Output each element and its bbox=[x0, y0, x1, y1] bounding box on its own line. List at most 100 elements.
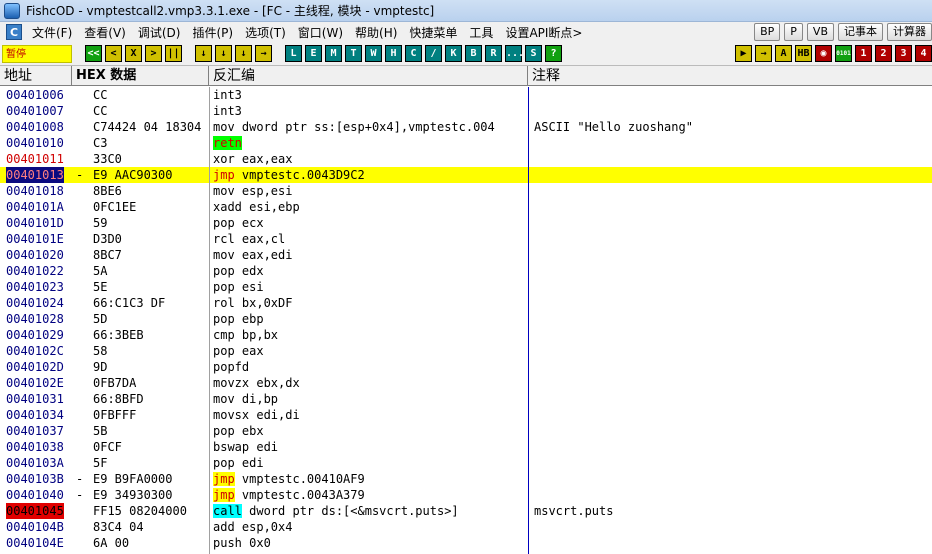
table-row[interactable]: 0040104E 6A 00 push 0x0 bbox=[0, 535, 932, 551]
threads-icon[interactable]: T bbox=[345, 45, 362, 62]
p-button[interactable]: P bbox=[784, 23, 803, 41]
call-stack-icon[interactable]: K bbox=[445, 45, 462, 62]
table-row[interactable]: 00401006 CC int3 bbox=[0, 87, 932, 103]
trace-into-icon[interactable]: ↓ bbox=[235, 45, 252, 62]
address-cell: 00401037 bbox=[6, 424, 64, 438]
hex-cell: CC bbox=[93, 88, 108, 102]
patches-icon[interactable]: / bbox=[425, 45, 442, 62]
memory-map-icon[interactable]: M bbox=[325, 45, 342, 62]
table-row[interactable]: 00401024 66:C1C3 DF rol bx,0xDF bbox=[0, 295, 932, 311]
run-trace-icon[interactable]: ... bbox=[505, 45, 524, 62]
address-cell: 0040102C bbox=[6, 344, 64, 358]
menu-set-api-breakpoint[interactable]: 设置API断点> bbox=[499, 24, 588, 41]
menu-help[interactable]: 帮助(H) bbox=[349, 24, 403, 41]
plugin-goto-icon[interactable]: → bbox=[755, 45, 772, 62]
help-icon[interactable]: ? bbox=[545, 45, 562, 62]
table-row[interactable]: 0040101D 59 pop ecx bbox=[0, 215, 932, 231]
column-hex[interactable]: HEX 数据 bbox=[72, 66, 209, 86]
instruction-operands: bswap edi bbox=[213, 440, 279, 454]
table-row[interactable]: 00401031 66:8BFD mov di,bp bbox=[0, 391, 932, 407]
record-icon[interactable]: ◉ bbox=[815, 45, 832, 62]
breakpoints-icon[interactable]: B bbox=[465, 45, 482, 62]
cpu-icon[interactable]: C bbox=[405, 45, 422, 62]
source-icon[interactable]: S bbox=[525, 45, 542, 62]
table-row[interactable]: 00401011 33C0 xor eax,eax bbox=[0, 151, 932, 167]
slot-3-icon[interactable]: 3 bbox=[895, 45, 912, 62]
menu-file[interactable]: 文件(F) bbox=[26, 24, 78, 41]
table-row[interactable]: 00401008 C74424 04 18304 mov dword ptr ss:… bbox=[0, 119, 932, 135]
table-row[interactable]: 0040102E 0FB7DA movzx ebx,dx bbox=[0, 375, 932, 391]
instruction-operands: movsx edi,di bbox=[213, 408, 300, 422]
log-window-icon[interactable]: L bbox=[285, 45, 302, 62]
menu-shortcuts[interactable]: 快捷菜单 bbox=[403, 24, 463, 41]
executable-modules-icon[interactable]: E bbox=[305, 45, 322, 62]
address-cell: 00401020 bbox=[6, 248, 64, 262]
table-row[interactable]: 00401038 0FCF bswap edi bbox=[0, 439, 932, 455]
jump-marker: - bbox=[76, 472, 84, 486]
table-row[interactable]: 00401007 CC int3 bbox=[0, 103, 932, 119]
table-row[interactable]: 00401018 8BE6 mov esp,esi bbox=[0, 183, 932, 199]
menu-options[interactable]: 选项(T) bbox=[239, 24, 292, 41]
comment-cell: msvcrt.puts bbox=[534, 504, 614, 518]
close-icon[interactable]: X bbox=[125, 45, 142, 62]
binary-icon[interactable]: 0101 bbox=[835, 45, 852, 62]
table-row[interactable]: 00401028 5D pop ebp bbox=[0, 311, 932, 327]
step-into-icon[interactable]: ↓ bbox=[195, 45, 212, 62]
disassembly-cell: add esp,0x4 bbox=[213, 519, 528, 535]
step-over-icon[interactable]: ↓ bbox=[215, 45, 232, 62]
table-row[interactable]: 00401023 5E pop esi bbox=[0, 279, 932, 295]
table-row[interactable]: 0040103B - E9 B9FA0000 jmp vmptestc.00410AF… bbox=[0, 471, 932, 487]
table-row[interactable]: 0040102D 9D popfd bbox=[0, 359, 932, 375]
bp-button[interactable]: BP bbox=[754, 23, 781, 41]
menu-view[interactable]: 查看(V) bbox=[78, 24, 132, 41]
execute-till-return-icon[interactable]: → bbox=[255, 45, 272, 62]
slot-1-icon[interactable]: 1 bbox=[855, 45, 872, 62]
instruction-operands: pop ebx bbox=[213, 424, 264, 438]
restart-icon[interactable]: << bbox=[85, 45, 102, 62]
menu-window[interactable]: 窗口(W) bbox=[292, 24, 349, 41]
references-icon[interactable]: R bbox=[485, 45, 502, 62]
table-row[interactable]: 00401040- E9 34930300 jmp vmptestc.0043A37… bbox=[0, 487, 932, 503]
vb-button[interactable]: VB bbox=[806, 23, 834, 41]
address-cell: 00401006 bbox=[6, 88, 64, 102]
slot-2-icon[interactable]: 2 bbox=[875, 45, 892, 62]
menu-plugins[interactable]: 插件(P) bbox=[186, 24, 239, 41]
slot-4-icon[interactable]: 4 bbox=[915, 45, 932, 62]
table-row[interactable]: 00401034 0FBFFF movsx edi,di bbox=[0, 407, 932, 423]
cpu-window-icon[interactable]: C bbox=[6, 24, 22, 40]
plugin-a-icon[interactable]: A bbox=[775, 45, 792, 62]
table-row[interactable]: 00401020 8BC7 mov eax,edi bbox=[0, 247, 932, 263]
table-row[interactable]: 0040104B 83C4 04 add esp,0x4 bbox=[0, 519, 932, 535]
notepad-button[interactable]: 记事本 bbox=[838, 23, 883, 41]
hardware-breakpoint-icon[interactable]: HB bbox=[795, 45, 812, 62]
column-disassembly[interactable]: 反汇编 bbox=[209, 66, 528, 86]
table-row[interactable]: 00401045 FF15 08204000 call dword ptr ds:[… bbox=[0, 503, 932, 519]
table-row[interactable]: 0040101E D3D0 rcl eax,cl bbox=[0, 231, 932, 247]
column-address[interactable]: 地址 bbox=[0, 66, 72, 86]
table-row[interactable]: 0040101A 0FC1EE xadd esi,ebp bbox=[0, 199, 932, 215]
table-row[interactable]: 00401013- E9 AAC90300 jmp vmptestc.0043D9C… bbox=[0, 167, 932, 183]
disassembly-cell: int3 bbox=[213, 87, 528, 103]
hex-cell: 59 bbox=[93, 216, 108, 230]
disassembly-cell: movzx ebx,dx bbox=[213, 375, 528, 391]
table-row[interactable]: 00401022 5A pop edx bbox=[0, 263, 932, 279]
hex-cell: C74424 04 18304 bbox=[93, 120, 202, 134]
run-icon[interactable]: > bbox=[145, 45, 162, 62]
table-row[interactable]: 00401037 5B pop ebx bbox=[0, 423, 932, 439]
calculator-button[interactable]: 计算器 bbox=[887, 23, 932, 41]
menu-tools[interactable]: 工具 bbox=[463, 24, 499, 41]
handles-icon[interactable]: H bbox=[385, 45, 402, 62]
plugin-run-icon[interactable]: ▶ bbox=[735, 45, 752, 62]
table-row[interactable]: 0040103A 5F pop edi bbox=[0, 455, 932, 471]
table-row[interactable]: 0040102C 58 pop eax bbox=[0, 343, 932, 359]
column-comment[interactable]: 注释 bbox=[528, 66, 932, 86]
disassembly-cell: mov eax,edi bbox=[213, 247, 528, 263]
windows-icon[interactable]: W bbox=[365, 45, 382, 62]
table-row[interactable]: 00401010 C3 retn bbox=[0, 135, 932, 151]
rewind-icon[interactable]: < bbox=[105, 45, 122, 62]
table-row[interactable]: 00401029 66:3BEB cmp bp,bx bbox=[0, 327, 932, 343]
menu-debug[interactable]: 调试(D) bbox=[132, 24, 187, 41]
pause-icon[interactable]: || bbox=[165, 45, 182, 62]
instruction-operands: pop ecx bbox=[213, 216, 264, 230]
comment-cell: ASCII "Hello zuoshang" bbox=[534, 120, 693, 134]
